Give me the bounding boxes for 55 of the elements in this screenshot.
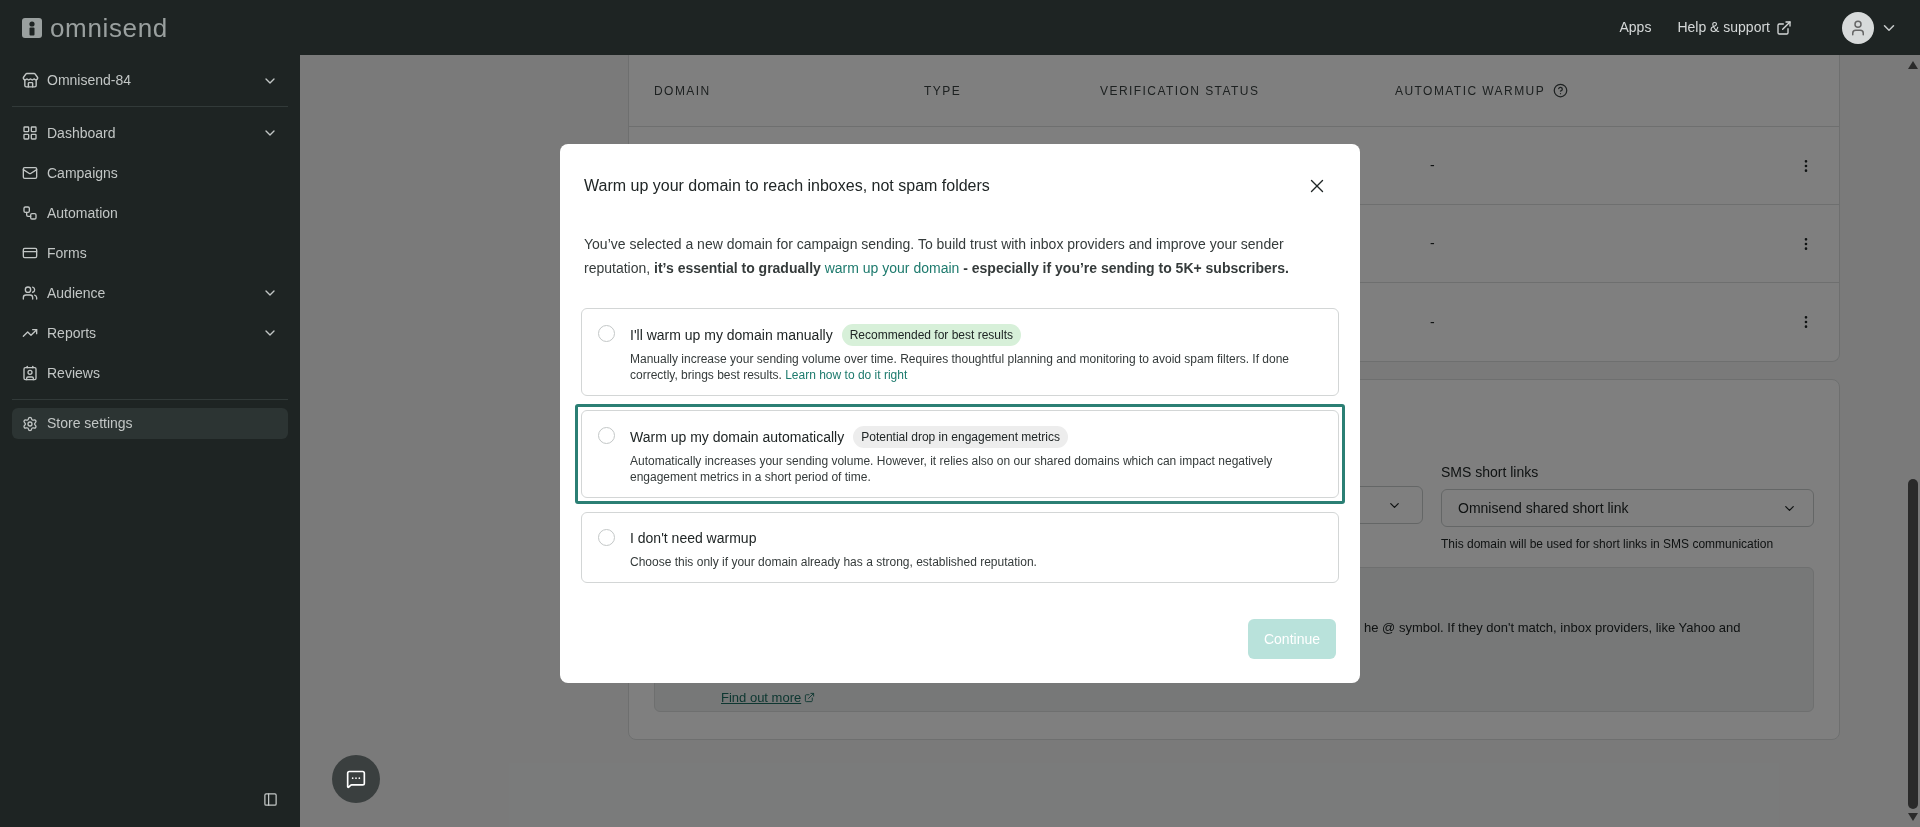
warm-up-link[interactable]: warm up your domain — [824, 260, 960, 276]
dialog-title: Warm up your domain to reach inboxes, not spam folders — [584, 176, 990, 196]
option-title: Warm up my domain automatically — [630, 427, 845, 447]
field-label: SMS short links — [1441, 463, 1540, 482]
nav-item[interactable]: Reports — [12, 313, 288, 353]
radio-option[interactable] — [581, 308, 1339, 396]
external-link-icon — [804, 691, 816, 703]
people-icon — [22, 285, 38, 301]
option-badge: Recommended for best results — [841, 324, 1022, 346]
option-description: Choose this only if your domain already has a strong, established reputation. — [630, 554, 1037, 570]
table-cell-text: - — [1430, 312, 1435, 332]
top-link[interactable]: Help & support — [1677, 17, 1792, 38]
nav-item[interactable]: Dashboard — [12, 113, 288, 153]
card-icon — [22, 245, 38, 261]
contact-card-icon — [22, 365, 38, 381]
nav-item[interactable]: Automation — [12, 193, 288, 233]
nav-item[interactable]: Forms — [12, 233, 288, 273]
collapse-sidebar-icon[interactable] — [263, 792, 278, 807]
radio-option[interactable]: I don't need warmup Choose this only if your domain already has a strong, established reputation. — [581, 512, 1339, 583]
store-icon — [22, 72, 39, 89]
option-title: I don't need warmup — [630, 529, 757, 548]
avatar[interactable] — [1842, 11, 1874, 44]
settings-icon — [22, 415, 38, 432]
dialog-intro: You’ve selected a new domain for campaign sending. To build trust with inbox providers and improve your sender reputation, it’s essential to gradually warm up your domain - especially if you’re sending to 5K+ subscribers. — [584, 235, 1290, 278]
nav-item[interactable]: Reviews — [12, 353, 288, 393]
chat-icon — [346, 769, 366, 789]
helper-text: This domain will be used for short links in SMS communication — [1441, 536, 1775, 553]
store-selector[interactable]: Omnisend-84 — [12, 55, 288, 107]
external-link-icon — [1776, 19, 1792, 36]
option-description: Automatically increases your sending volume. However, it relies also on our shared domains which can impact negatively engagement metrics in a short period of time. — [630, 453, 1274, 485]
workflow-icon — [22, 205, 38, 221]
help-icon[interactable] — [1553, 83, 1569, 98]
scroll-down-icon[interactable] — [1907, 813, 1918, 821]
nav-item[interactable]: Store settings — [12, 408, 288, 439]
notice-text: he @ symbol. If they don't match, inbox providers, like Yahoo and — [1364, 619, 1741, 637]
nav-item[interactable]: Audience — [12, 273, 288, 313]
column-header: VERIFICATION STATUS — [1100, 82, 1260, 100]
grid-icon — [22, 125, 38, 141]
chat-button[interactable] — [332, 755, 380, 803]
scroll-up-icon[interactable] — [1907, 61, 1918, 69]
option-description: Manually increase your sending volume over time. Requires thoughtful planning and monitoring to avoid spam filters. If done correctly, brings best results. Learn how to do it right — [630, 351, 1291, 383]
column-header: DOMAIN — [654, 82, 711, 100]
top-link[interactable]: Apps — [1619, 17, 1652, 38]
logo-icon — [22, 17, 42, 38]
envelope-icon — [22, 165, 38, 181]
nav-item[interactable]: Campaigns — [12, 153, 288, 193]
logo-text: omnisend — [50, 14, 168, 41]
table-cell-text: - — [1430, 234, 1435, 253]
option-title: I'll warm up my domain manually — [630, 325, 833, 345]
column-header: TYPE — [924, 82, 962, 100]
table-cell-text: - — [1430, 156, 1435, 175]
select-field[interactable]: Omnisend shared short link — [1441, 489, 1814, 527]
option-badge: Potential drop in engagement metrics — [853, 426, 1068, 448]
learn-how-link[interactable]: Learn how to do it right — [785, 368, 908, 382]
column-header: AUTOMATIC WARMUP — [1395, 82, 1546, 100]
